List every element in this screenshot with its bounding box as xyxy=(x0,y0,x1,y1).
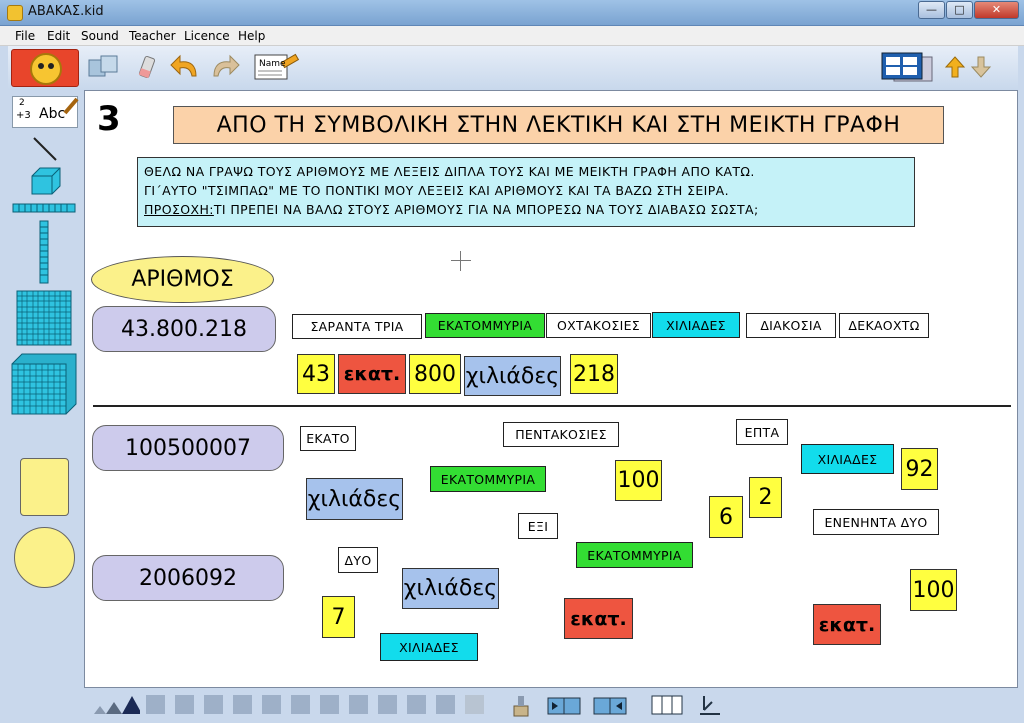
color-swatch[interactable] xyxy=(378,695,397,714)
circle-shape-tool[interactable] xyxy=(14,527,75,588)
number-header-label[interactable]: ΑΡΙΘΜΟΣ xyxy=(91,256,274,303)
word-card[interactable]: ΔΙΑΚΟΣΙΑ xyxy=(746,313,836,338)
number-tile[interactable]: 100 xyxy=(910,569,957,611)
thousands-tile[interactable]: χιλιάδες xyxy=(402,568,499,609)
blocks-icon[interactable] xyxy=(86,52,120,82)
number-tile[interactable]: 218 xyxy=(570,354,618,394)
number-box-2[interactable]: 100500007 xyxy=(92,425,284,471)
word-card[interactable]: ΕΝΕΝΗΝΤΑ ΔΥΟ xyxy=(813,509,939,535)
pencil-icon xyxy=(63,97,79,115)
page-title: ΑΠΟ ΤΗ ΣΥΜΒΟΛΙΚΗ ΣΤΗΝ ΛΕΚΤΙΚΗ ΚΑΙ ΣΤΗ ΜΕ… xyxy=(173,106,944,144)
window-title: ABAKAΣ.kid xyxy=(28,4,104,19)
number-tile[interactable]: 6 xyxy=(709,496,743,538)
number-box-3[interactable]: 2006092 xyxy=(92,555,284,601)
hundred-flat-icon[interactable] xyxy=(16,290,72,346)
number-tile[interactable]: 2 xyxy=(749,477,782,518)
word-card[interactable]: ΧΙΛΙΑΔΕΣ xyxy=(652,312,740,338)
word-card[interactable]: ΧΙΛΙΑΔΕΣ xyxy=(801,444,894,474)
section-divider xyxy=(93,405,1011,407)
left-palette: 2 +3 Abc xyxy=(8,90,82,688)
color-swatch[interactable] xyxy=(175,695,194,714)
menu-bar: File Edit Sound Teacher Licence Help xyxy=(0,26,1024,46)
menu-sound[interactable]: Sound xyxy=(81,29,119,43)
ten-rod-horizontal-icon[interactable] xyxy=(12,202,76,214)
bottom-toolbar xyxy=(84,688,1018,723)
close-button[interactable]: ✕ xyxy=(974,1,1019,19)
page-number: 3 xyxy=(97,99,121,139)
name-tag-icon[interactable]: Name xyxy=(252,52,304,82)
word-card[interactable]: ΟΧΤΑΚΟΣΙΕΣ xyxy=(546,313,651,338)
menu-licence[interactable]: Licence xyxy=(184,29,230,43)
group-left-icon[interactable] xyxy=(546,692,582,718)
maximize-button[interactable]: □ xyxy=(946,1,973,19)
arrow-up-icon[interactable] xyxy=(943,51,967,83)
ekat-tile[interactable]: εκατ. xyxy=(338,354,406,394)
window-titlebar: ABAKAΣ.kid — □ ✕ xyxy=(0,0,1024,26)
instructions-line-1: ΘΕΛΩ ΝΑ ΓΡΑΨΩ ΤΟΥΣ ΑΡΙΘΜΟΥΣ ΜΕ ΛΕΞΕΙΣ ΔΙ… xyxy=(144,164,755,179)
thousands-tile[interactable]: χιλιάδες xyxy=(464,356,561,396)
worksheet-canvas: 3 ΑΠΟ ΤΗ ΣΥΜΒΟΛΙΚΗ ΣΤΗΝ ΛΕΚΤΙΚΗ ΚΑΙ ΣΤΗ … xyxy=(84,90,1018,688)
word-card[interactable]: ΕΚΑΤΟΜΜΥΡΙΑ xyxy=(576,542,693,568)
abc-text-tool[interactable]: 2 +3 Abc xyxy=(12,96,79,128)
word-card[interactable]: ΕΚΑΤΟΜΜΥΡΙΑ xyxy=(425,313,545,338)
undo-icon[interactable] xyxy=(168,52,202,82)
color-swatch[interactable] xyxy=(320,695,339,714)
word-card[interactable]: ΔΕΚΑΟΧΤΩ xyxy=(839,313,929,338)
color-swatch[interactable] xyxy=(291,695,310,714)
color-swatch[interactable] xyxy=(233,695,252,714)
menu-teacher[interactable]: Teacher xyxy=(129,29,176,43)
ekat-tile[interactable]: εκατ. xyxy=(813,604,881,645)
number-tile[interactable]: 800 xyxy=(409,354,461,394)
word-card[interactable]: ΕΠΤΑ xyxy=(736,419,788,445)
word-card[interactable]: ΕΞΙ xyxy=(518,513,558,539)
menu-help[interactable]: Help xyxy=(238,29,265,43)
name-tag-label: Name xyxy=(259,59,286,69)
eraser-icon[interactable] xyxy=(130,52,164,82)
color-swatch[interactable] xyxy=(436,695,455,714)
number-box-1[interactable]: 43.800.218 xyxy=(92,306,276,352)
ekat-tile[interactable]: εκατ. xyxy=(564,598,633,639)
number-tile[interactable]: 43 xyxy=(297,354,335,394)
unit-cube-icon[interactable] xyxy=(30,166,62,196)
number-tile[interactable]: 92 xyxy=(901,448,938,490)
mascot-logo-icon[interactable] xyxy=(11,49,79,87)
color-swatch[interactable] xyxy=(407,695,426,714)
minimize-button[interactable]: — xyxy=(918,1,945,19)
color-swatch[interactable] xyxy=(204,695,223,714)
number-tile[interactable]: 100 xyxy=(615,460,662,501)
color-swatch[interactable] xyxy=(349,695,368,714)
word-card[interactable]: ΕΚΑΤΟ xyxy=(300,426,356,451)
line-tool-icon[interactable] xyxy=(32,136,58,162)
thousands-tile[interactable]: χιλιάδες xyxy=(306,478,403,520)
arrow-down-icon[interactable] xyxy=(969,51,993,83)
columns-icon[interactable] xyxy=(650,692,684,718)
thousand-cube-icon[interactable] xyxy=(10,352,78,416)
word-card[interactable]: ΔΥΟ xyxy=(338,547,378,573)
color-swatch[interactable] xyxy=(262,695,281,714)
crosshair-cursor-icon xyxy=(451,251,471,271)
instructions-box: ΘΕΛΩ ΝΑ ΓΡΑΨΩ ΤΟΥΣ ΑΡΙΘΜΟΥΣ ΜΕ ΛΕΞΕΙΣ ΔΙ… xyxy=(137,157,915,227)
grid-pattern-icon[interactable] xyxy=(465,695,484,714)
toolbar: Name xyxy=(8,46,1018,90)
color-swatch[interactable] xyxy=(146,695,165,714)
attention-label: ΠΡΟΣΟΧΗ: xyxy=(144,202,214,217)
instructions-line-2: ΓΙ΄ΑΥΤΟ "ΤΣΙΜΠΑΩ" ΜΕ ΤΟ ΠΟΝΤΙΚΙ ΜΟΥ ΛΕΞΕ… xyxy=(144,183,730,198)
align-bottom-icon[interactable] xyxy=(696,692,724,718)
stamp-icon[interactable] xyxy=(508,692,534,718)
app-icon xyxy=(7,5,23,21)
word-card[interactable]: ΧΙΛΙΑΔΕΣ xyxy=(380,633,478,661)
word-card[interactable]: ΣΑΡΑΝΤΑ ΤΡΙΑ xyxy=(292,314,422,339)
layout-view-icon[interactable] xyxy=(880,51,936,83)
rectangle-shape-tool[interactable] xyxy=(20,458,69,516)
redo-icon[interactable] xyxy=(208,52,242,82)
group-right-icon[interactable] xyxy=(592,692,628,718)
instructions-line-3: ΠΡΟΣΟΧΗ:ΤΙ ΠΡΕΠΕΙ ΝΑ ΒΑΛΩ ΣΤΟΥΣ ΑΡΙΘΜΟΥΣ… xyxy=(144,202,759,217)
word-card[interactable]: ΠΕΝΤΑΚΟΣΙΕΣ xyxy=(503,422,619,447)
number-tile[interactable]: 7 xyxy=(322,596,355,638)
menu-edit[interactable]: Edit xyxy=(47,29,70,43)
word-card[interactable]: ΕΚΑΤΟΜΜΥΡΙΑ xyxy=(430,466,546,492)
ten-rod-vertical-icon[interactable] xyxy=(38,220,50,284)
size-triangles-icon[interactable] xyxy=(92,692,140,716)
menu-file[interactable]: File xyxy=(15,29,35,43)
